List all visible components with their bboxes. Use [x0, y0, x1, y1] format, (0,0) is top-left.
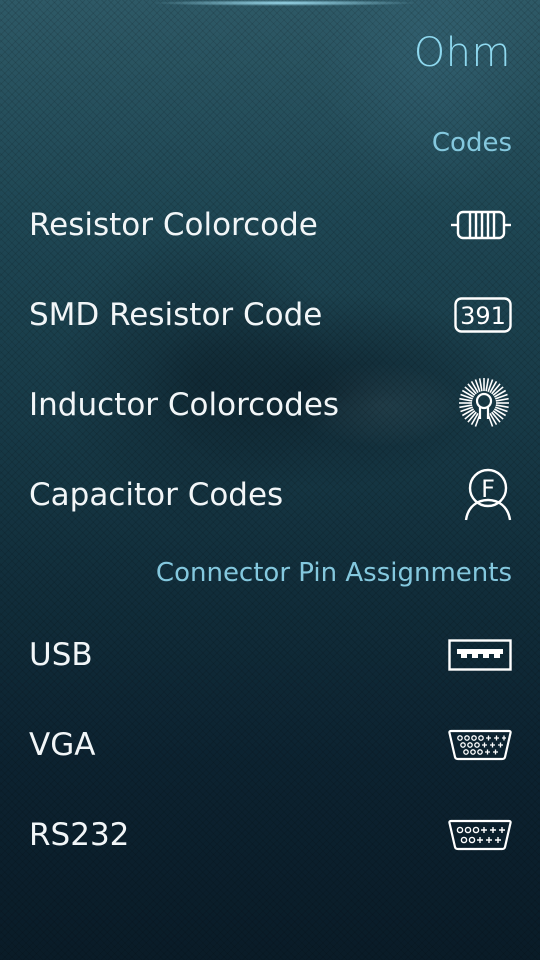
smd-code-text: 391: [460, 302, 506, 330]
list-item-resistor-colorcode[interactable]: Resistor Colorcode: [0, 180, 540, 270]
resistor-icon: [450, 207, 512, 243]
rs232-connector-icon: [448, 819, 512, 851]
section-header-codes: Codes: [431, 128, 512, 158]
usb-port-icon: [448, 639, 512, 671]
list-item-label: Inductor Colorcodes: [29, 387, 340, 423]
list-item-capacitor-codes[interactable]: Capacitor Codes F: [0, 450, 540, 540]
list-item-label: SMD Resistor Code: [29, 297, 323, 333]
capacitor-farad-text: F: [481, 475, 495, 503]
list-item-label: VGA: [29, 727, 96, 763]
smd-code-icon: 391: [454, 297, 512, 333]
vga-connector-icon: [448, 729, 512, 761]
inductor-coil-icon: [456, 377, 512, 433]
list-item-inductor-colorcodes[interactable]: Inductor Colorcodes: [0, 360, 540, 450]
list-item-rs232[interactable]: RS232: [0, 790, 540, 880]
list-item-label: Capacitor Codes: [29, 477, 284, 513]
list-item-label: USB: [29, 637, 93, 673]
section-header-connector-pin-assignments: Connector Pin Assignments: [155, 558, 512, 588]
list-item-usb[interactable]: USB: [0, 610, 540, 700]
top-glow-indicator: [150, 0, 420, 6]
list-item-smd-resistor-code[interactable]: SMD Resistor Code 391: [0, 270, 540, 360]
list-item-label: Resistor Colorcode: [29, 207, 318, 243]
capacitor-farad-icon: F: [464, 468, 512, 522]
page-title: Ohm: [413, 30, 511, 76]
list-item-label: RS232: [29, 817, 130, 853]
list-item-vga[interactable]: VGA: [0, 700, 540, 790]
